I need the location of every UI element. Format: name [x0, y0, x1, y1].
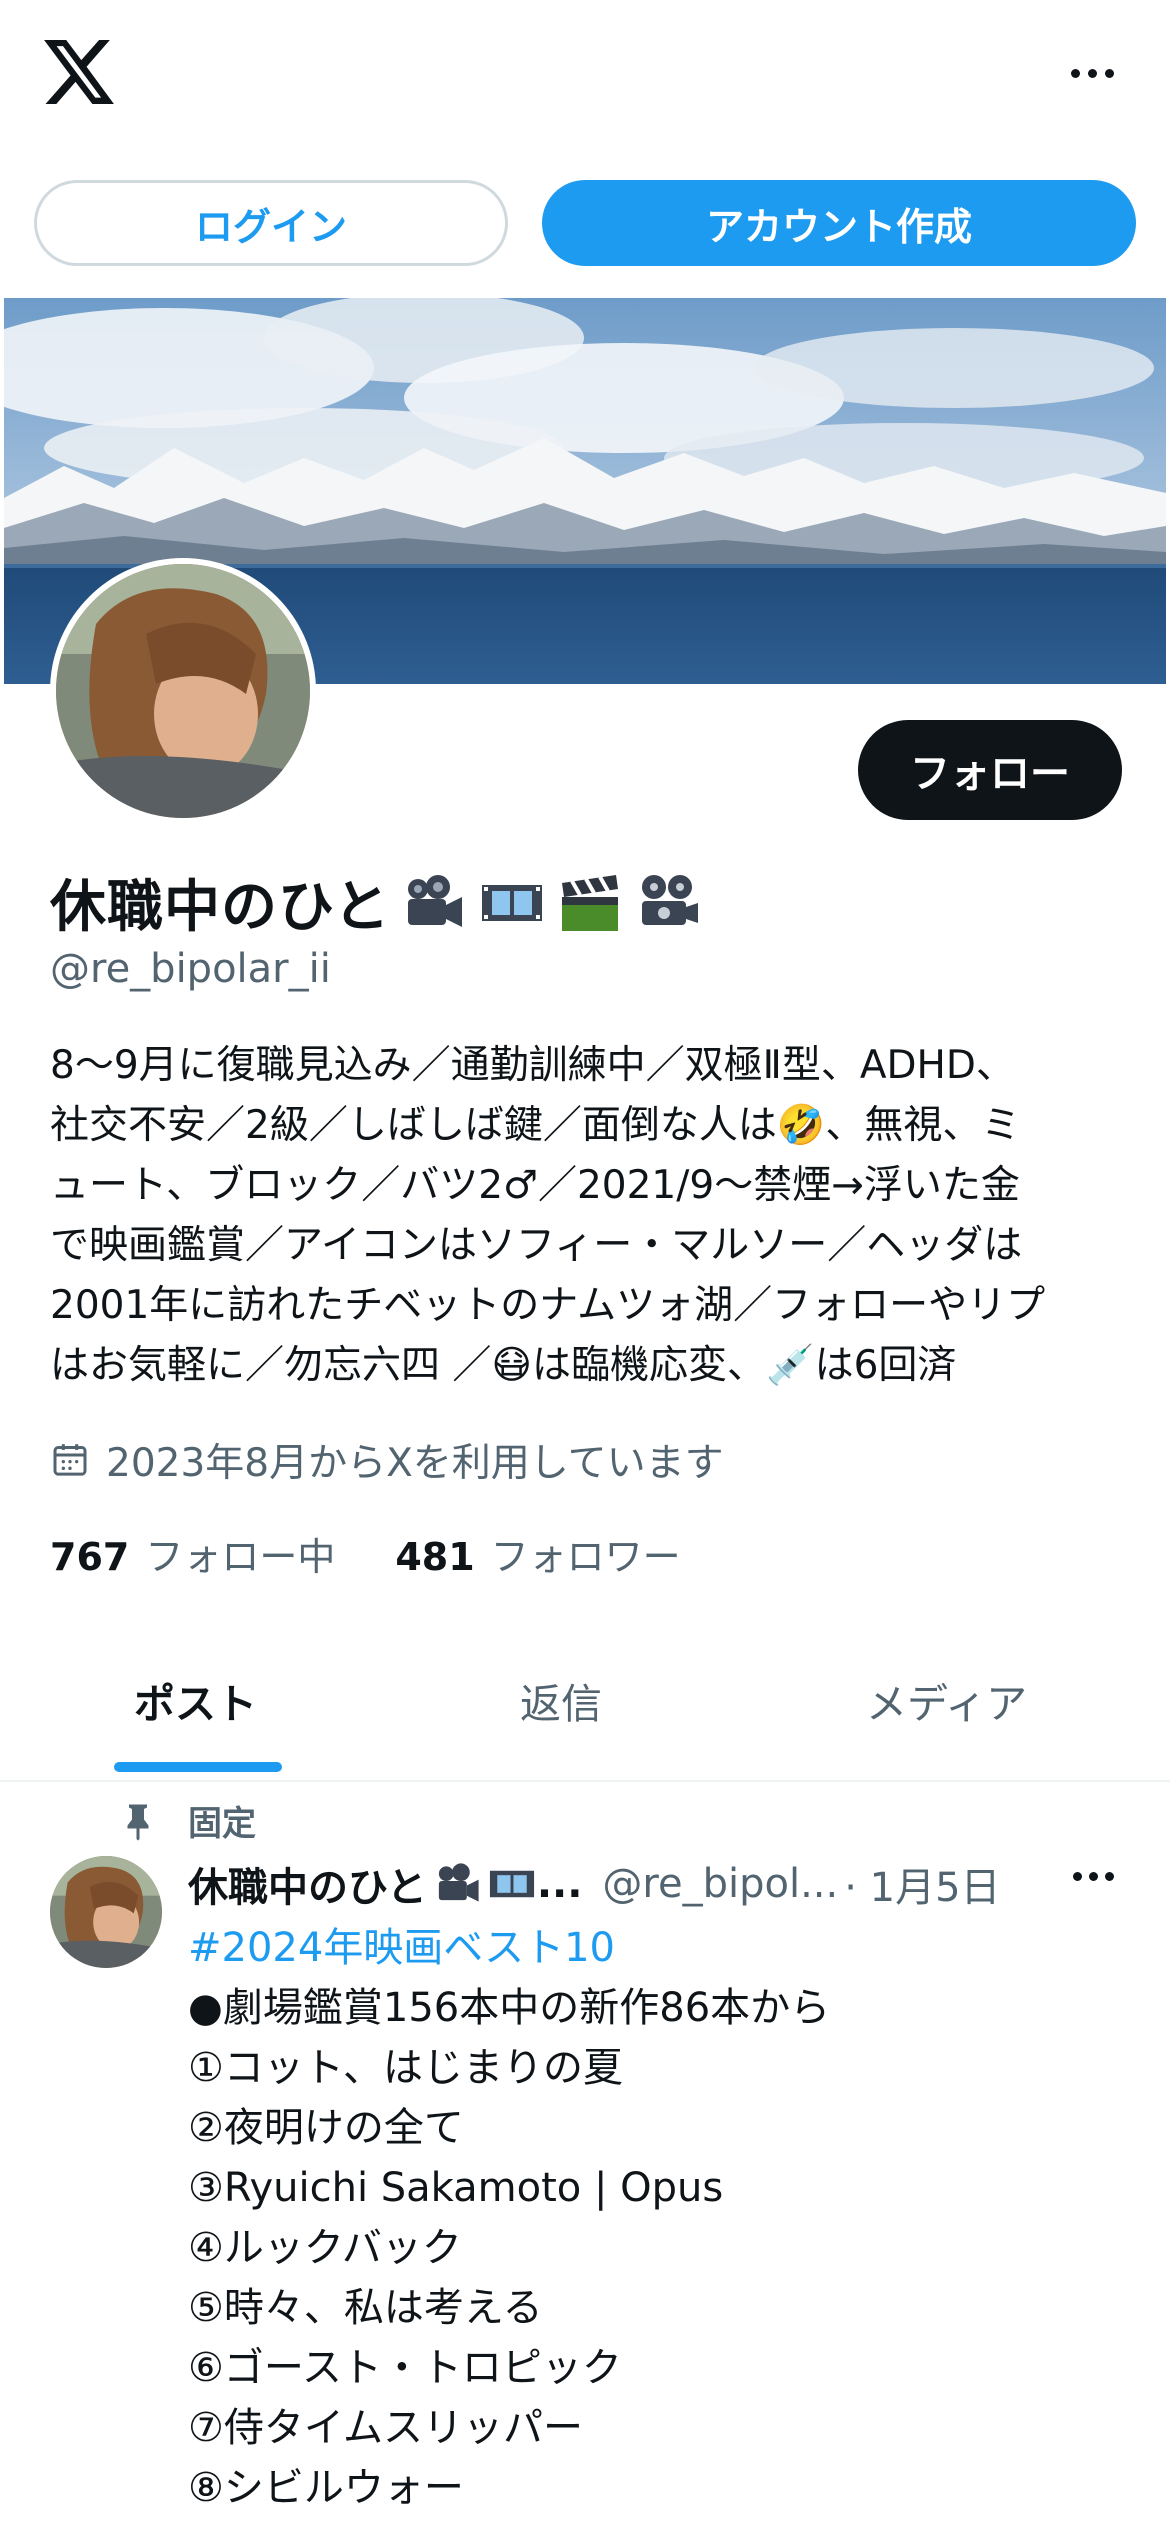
post-line: ●劇場鑑賞156本中の新作86本から	[188, 1985, 831, 2031]
profile-handle: @re_bipolar_ii	[50, 946, 331, 992]
profile-joined-date: 2023年8月からXを利用しています	[50, 1432, 724, 1488]
post-more-icon[interactable]	[1073, 1872, 1114, 1881]
post-body: #2024年映画ベスト10 ●劇場鑑賞156本中の新作86本から ①コット、はじ…	[188, 1918, 1138, 2518]
post-author-avatar[interactable]	[50, 1856, 162, 1968]
top-bar	[0, 0, 1170, 150]
profile-bio: 8〜9月に復職見込み／通勤訓練中／双極Ⅱ型、ADHD、 社交不安／2級／しばしば…	[50, 1036, 1130, 1396]
profile-avatar[interactable]	[50, 558, 316, 824]
post-hashtag[interactable]: #2024年映画ベスト10	[188, 1918, 1138, 1978]
bio-line: 2001年に訪れたチベットのナムツォ湖／フォローやリプ	[50, 1283, 1046, 1328]
followers-count: 481	[395, 1535, 475, 1579]
bio-line: 8〜9月に復職見込み／通勤訓練中／双極Ⅱ型、ADHD、	[50, 1043, 1015, 1088]
create-account-button[interactable]: アカウント作成	[542, 180, 1136, 266]
post-line: ⑥ゴースト・トロピック	[188, 2345, 622, 2391]
tab-posts[interactable]: ポスト	[134, 1670, 257, 1730]
follow-button[interactable]: フォロー	[858, 720, 1122, 820]
active-tab-indicator	[114, 1762, 282, 1772]
post-line: ⑦侍タイムスリッパー	[188, 2405, 584, 2451]
more-horizontal-icon[interactable]	[1062, 48, 1122, 98]
post-line: ②夜明けの全て	[188, 2105, 464, 2151]
followers-link[interactable]: 481 フォロワー	[395, 1526, 680, 1581]
pinned-label: 固定	[188, 1804, 256, 1844]
bio-line: で映画鑑賞／アイコンはソフィー・マルソー／ヘッダは	[50, 1223, 1023, 1268]
pinned-indicator: 固定	[120, 1796, 256, 1845]
following-count: 767	[50, 1535, 130, 1579]
post-author-name[interactable]: 休職中のひと	[188, 1855, 427, 1913]
calendar-icon	[53, 1444, 87, 1476]
profile-stats: 767 フォロー中 481 フォロワー	[50, 1526, 681, 1581]
login-button[interactable]: ログイン	[34, 180, 508, 266]
post-author-name-truncation: ...	[536, 1861, 583, 1907]
post-line: ③Ryuichi Sakamoto | Opus	[188, 2165, 724, 2211]
tabs-divider	[0, 1780, 1170, 1782]
clapper-board-emoji-icon	[562, 874, 619, 931]
post-line: ⑧シビルウォー	[188, 2465, 464, 2511]
joined-text: 2023年8月からXを利用しています	[106, 1441, 724, 1486]
pin-icon	[127, 1804, 149, 1840]
post-header: 休職中のひと ... @re_bipol... · 1月5日	[188, 1854, 1138, 1914]
bio-line: 社交不安／2級／しばしば鍵／面倒な人は🤣、無視、ミ	[50, 1103, 1021, 1148]
x-logo-icon[interactable]	[44, 40, 114, 104]
tab-media[interactable]: メディア	[866, 1670, 1027, 1730]
post-line: ①コット、はじまりの夏	[188, 2045, 624, 2091]
followers-label: フォロワー	[490, 1535, 681, 1579]
movie-camera-emoji-icon	[408, 874, 463, 927]
following-link[interactable]: 767 フォロー中	[50, 1526, 335, 1581]
post-date[interactable]: · 1月5日	[844, 1855, 1000, 1913]
following-label: フォロー中	[145, 1535, 336, 1579]
profile-display-name: 休職中のひと	[50, 862, 702, 943]
tab-replies[interactable]: 返信	[520, 1670, 602, 1730]
film-projector-emoji-icon	[642, 874, 699, 925]
film-frames-emoji-icon	[489, 1870, 534, 1898]
display-name-text: 休職中のひと	[50, 875, 391, 940]
profile-tabs: ポスト 返信 メディア	[0, 1640, 1170, 1780]
post-line: ④ルックバック	[188, 2225, 462, 2271]
post-line: ⑤時々、私は考える	[188, 2285, 543, 2331]
bio-line: はお気軽に／勿忘六四 ／😷は臨機応変、💉は6回済	[50, 1343, 957, 1388]
film-frames-emoji-icon	[482, 884, 543, 921]
movie-camera-emoji-icon	[438, 1863, 479, 1902]
post-author-handle[interactable]: @re_bipol...	[602, 1861, 838, 1907]
bio-line: ュート、ブロック／バツ2♂／2021/9〜禁煙→浮いた金	[50, 1163, 1020, 1208]
